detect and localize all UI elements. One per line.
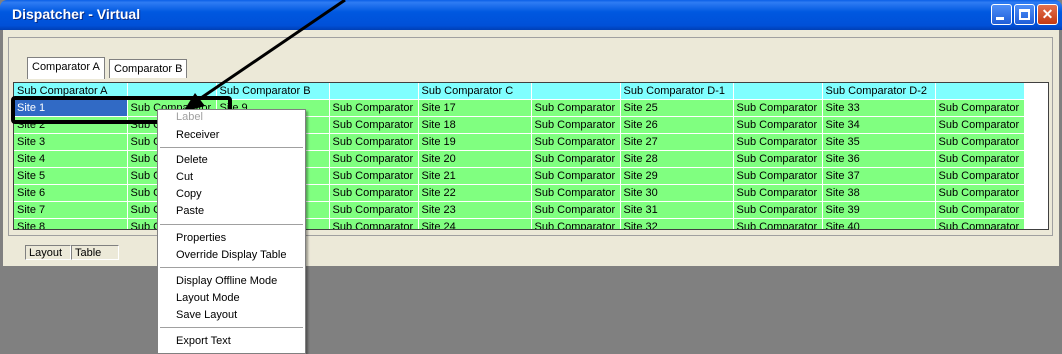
menu-item-display-offline-mode[interactable]: Display Offline Mode	[176, 274, 277, 288]
menu-item-layout-mode[interactable]: Layout Mode	[176, 291, 240, 305]
context-menu: Label Receiver Delete Cut Copy Paste Pro…	[157, 109, 306, 354]
menu-item-export-text[interactable]: Export Text	[176, 334, 231, 348]
menu-item-paste[interactable]: Paste	[176, 204, 204, 218]
arrow-line	[197, 0, 346, 102]
menu-item-copy[interactable]: Copy	[176, 187, 202, 201]
menu-item-cut[interactable]: Cut	[176, 170, 193, 184]
menu-separator	[160, 224, 303, 225]
menu-item-properties[interactable]: Properties	[176, 231, 226, 245]
menu-separator	[160, 147, 303, 148]
menu-separator	[160, 327, 303, 328]
menu-item-label: Label	[176, 111, 203, 123]
menu-item-delete[interactable]: Delete	[176, 153, 208, 167]
menu-separator	[160, 267, 303, 268]
dispatcher-window: Dispatcher - Virtual ✕ Comparator A Comp…	[0, 0, 1062, 354]
menu-item-receiver[interactable]: Receiver	[176, 128, 219, 142]
menu-item-save-layout[interactable]: Save Layout	[176, 308, 237, 322]
menu-item-override-display-table[interactable]: Override Display Table	[176, 248, 286, 262]
